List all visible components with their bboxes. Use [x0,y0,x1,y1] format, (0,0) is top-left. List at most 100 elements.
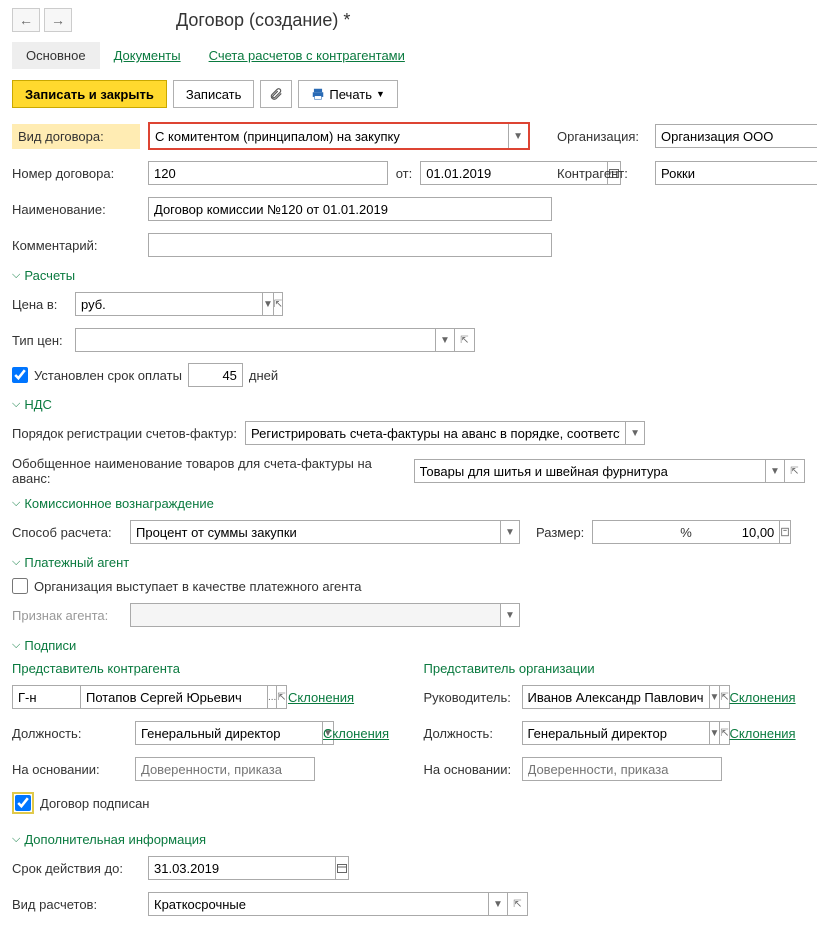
date-label: от: [396,166,413,181]
org-rep-header: Представитель организации [424,661,806,676]
org-name-input[interactable] [522,685,709,709]
price-type-label: Тип цен: [12,333,67,348]
cp-name-input[interactable] [80,685,267,709]
goods-name-input[interactable] [414,459,766,483]
valid-until-picker[interactable] [335,856,349,880]
contract-type-input[interactable] [150,124,508,148]
org-position-label: Должность: [424,726,514,741]
term-set-label: Установлен срок оплаты [34,368,182,383]
cp-position-declensions[interactable]: Склонения [323,726,389,741]
cp-basis-label: На основании: [12,762,127,777]
is-agent-label: Организация выступает в качестве платежн… [34,579,362,594]
agent-sign-dropdown: ▼ [500,603,520,627]
org-position-declensions[interactable]: Склонения [730,726,796,741]
org-basis-input[interactable] [522,757,722,781]
contract-type-dropdown[interactable]: ▼ [508,124,528,148]
size-calc[interactable] [779,520,791,544]
term-unit: дней [249,368,278,383]
price-in-dropdown[interactable]: ▼ [262,292,274,316]
price-type-dropdown[interactable]: ▼ [435,328,455,352]
cp-name-open[interactable]: ⇱ [277,685,286,709]
section-signatures[interactable]: ⌵ Подписи [12,638,805,653]
price-type-input[interactable] [75,328,435,352]
section-vat[interactable]: ⌵ НДС [12,397,805,412]
tab-bar: Основное Документы Счета расчетов с конт… [12,42,805,70]
cp-position-input[interactable] [135,721,322,745]
back-button[interactable]: ← [12,8,40,32]
org-position-input[interactable] [522,721,709,745]
org-position-dropdown[interactable]: ▼ [709,721,721,745]
signed-label: Договор подписан [40,796,149,811]
contract-type-label: Вид договора: [12,124,140,149]
price-in-open[interactable]: ⇱ [274,292,283,316]
is-agent-checkbox[interactable] [12,578,28,594]
cp-name-declensions[interactable]: Склонения [288,690,354,705]
payment-type-dropdown[interactable]: ▼ [488,892,508,916]
attachment-button[interactable] [260,80,292,108]
section-agent[interactable]: ⌵ Платежный агент [12,555,805,570]
method-dropdown[interactable]: ▼ [500,520,520,544]
tab-main[interactable]: Основное [12,42,100,69]
payment-type-open[interactable]: ⇱ [508,892,528,916]
method-input[interactable] [130,520,500,544]
number-label: Номер договора: [12,166,140,181]
save-button[interactable]: Записать [173,80,255,108]
org-input[interactable] [655,124,817,148]
term-days-input[interactable] [188,363,243,387]
org-name-declensions[interactable]: Склонения [730,690,796,705]
page-title: Договор (создание) * [176,10,350,31]
head-label: Руководитель: [424,690,514,705]
section-extra[interactable]: ⌵ Дополнительная информация [12,832,805,847]
reg-order-label: Порядок регистрации счетов-фактур: [12,426,237,441]
org-label: Организация: [557,129,647,144]
forward-button[interactable]: → [44,8,72,32]
price-in-input[interactable] [75,292,262,316]
org-position-open[interactable]: ⇱ [720,721,729,745]
section-commission[interactable]: ⌵ Комиссионное вознаграждение [12,496,805,511]
goods-name-label: Обобщенное наименование товаров для счет… [12,456,406,486]
tab-accounts[interactable]: Счета расчетов с контрагентами [195,42,419,69]
cp-position-label: Должность: [12,726,127,741]
payment-type-input[interactable] [148,892,488,916]
chevron-down-icon: ⌵ [12,497,20,510]
agent-sign-label: Признак агента: [12,608,122,623]
counterparty-input[interactable] [655,161,817,185]
chevron-down-icon: ⌵ [12,833,20,846]
comment-input[interactable] [148,233,552,257]
section-payments[interactable]: ⌵ Расчеты [12,268,805,283]
cp-name-more[interactable]: ... [267,685,277,709]
signed-checkbox[interactable] [15,795,31,811]
valid-until-input[interactable] [148,856,335,880]
valid-until-label: Срок действия до: [12,861,140,876]
tab-documents[interactable]: Документы [100,42,195,69]
chevron-down-icon: ▼ [376,89,385,99]
print-button[interactable]: Печать ▼ [298,80,398,108]
agent-sign-input [130,603,500,627]
size-label: Размер: [536,525,584,540]
org-basis-label: На основании: [424,762,514,777]
size-unit: % [680,525,692,540]
cp-basis-input[interactable] [135,757,315,781]
payment-type-label: Вид расчетов: [12,897,140,912]
goods-name-dropdown[interactable]: ▼ [765,459,785,483]
chevron-down-icon: ⌵ [12,269,20,282]
printer-icon [311,87,325,101]
name-input[interactable] [148,197,552,221]
save-close-button[interactable]: Записать и закрыть [12,80,167,108]
name-label: Наименование: [12,202,140,217]
chevron-down-icon: ⌵ [12,639,20,652]
counterparty-rep-header: Представитель контрагента [12,661,394,676]
price-type-open[interactable]: ⇱ [455,328,475,352]
method-label: Способ расчета: [12,525,122,540]
reg-order-dropdown[interactable]: ▼ [625,421,645,445]
reg-order-input[interactable] [245,421,625,445]
org-name-open[interactable]: ⇱ [720,685,729,709]
counterparty-label: Контрагент: [557,166,647,181]
number-input[interactable] [148,161,388,185]
org-name-dropdown[interactable]: ▼ [709,685,721,709]
chevron-down-icon: ⌵ [12,556,20,569]
goods-name-open[interactable]: ⇱ [785,459,805,483]
paperclip-icon [269,87,283,101]
term-set-checkbox[interactable] [12,367,28,383]
comment-label: Комментарий: [12,238,140,253]
